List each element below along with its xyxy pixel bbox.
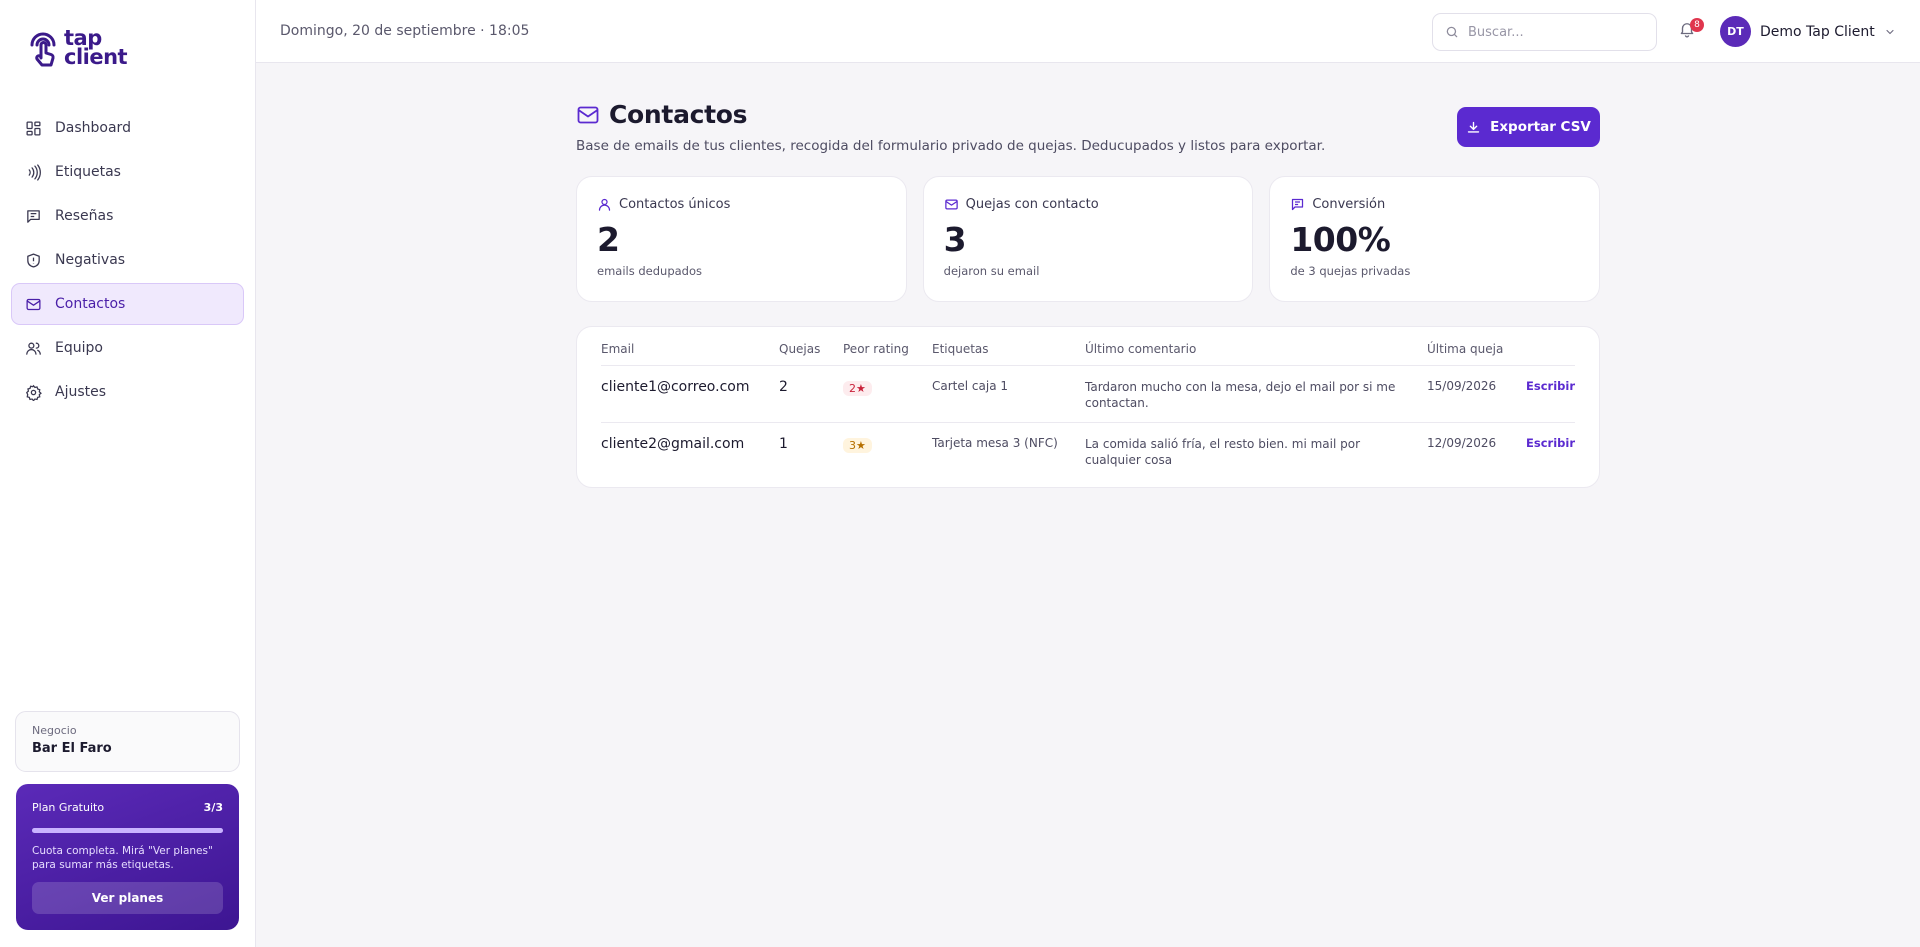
main-content: Contactos Base de emails de tus clientes… (576, 100, 1601, 488)
export-csv-label: Exportar CSV (1490, 119, 1591, 135)
column-header-peor-rating[interactable]: Peor rating (843, 333, 932, 366)
sidebar-item-etiquetas[interactable]: Etiquetas (11, 151, 244, 193)
cell-email: cliente1@correo.com (601, 378, 750, 395)
sidebar-item-label: Dashboard (55, 120, 131, 136)
sidebar-item-label: Equipo (55, 340, 103, 356)
cell-comentario: La comida salió fría, el resto bien. mi … (1085, 436, 1361, 467)
rating-badge: 2★ (843, 380, 872, 396)
search-icon (1446, 26, 1458, 38)
topbar: Domingo, 20 de septiembre · 18:05 8 DT D… (256, 0, 1920, 63)
shield-icon (27, 252, 40, 268)
sidebar-item-label: Contactos (55, 296, 126, 312)
cell-email: cliente2@gmail.com (601, 421, 779, 479)
download-icon (1467, 121, 1480, 133)
sidebar-item-ajustes[interactable]: Ajustes (11, 371, 244, 413)
column-header-ultimo-comentario[interactable]: Último comentario (1085, 333, 1427, 366)
plan-card: Plan Gratuito 3/3 Cuota completa. Mirá "… (16, 784, 239, 930)
cell-fecha: 12/09/2026 (1427, 421, 1518, 479)
cell-etiqueta: Cartel caja 1 (932, 378, 1008, 393)
cell-fecha: 15/09/2026 (1427, 378, 1497, 393)
plan-progress (32, 828, 223, 833)
plan-usage: 3/3 (203, 801, 223, 814)
stat-label: Quejas con contacto (965, 197, 1099, 212)
team-icon (26, 342, 41, 355)
dashboard-icon (26, 120, 41, 136)
stat-sub: emails dedupados (597, 264, 702, 278)
sidebar-item-contactos[interactable]: Contactos (11, 283, 244, 325)
current-date: Domingo, 20 de septiembre · 18:05 (280, 23, 530, 39)
notifications-button[interactable]: 8 (1678, 18, 1704, 44)
user-menu[interactable]: DT Demo Tap Client (1720, 16, 1896, 47)
business-selector[interactable]: Negocio Bar El Faro (15, 711, 240, 772)
stat-value: 100% (1290, 220, 1391, 259)
column-header-etiquetas[interactable]: Etiquetas (932, 333, 1085, 366)
sidebar-item-resenas[interactable]: Reseñas (11, 195, 244, 237)
mail-icon (26, 298, 41, 310)
mail-icon (577, 106, 599, 123)
stat-sub: de 3 quejas privadas (1290, 264, 1411, 278)
mail-icon (944, 199, 958, 210)
write-link[interactable]: Escribir (1518, 421, 1575, 479)
export-csv-button[interactable]: Exportar CSV (1457, 107, 1600, 147)
search-box[interactable] (1432, 13, 1657, 51)
sidebar-item-label: Etiquetas (55, 164, 121, 180)
stat-card-complaints-with-contact: Quejas con contacto 3 dejaron su email (922, 176, 1254, 302)
business-name: Bar El Faro (32, 741, 112, 756)
notification-count-badge: 8 (1690, 18, 1704, 32)
stat-value: 2 (597, 220, 620, 259)
sidebar-item-negativas[interactable]: Negativas (11, 239, 244, 281)
plan-message: Cuota completa. Mirá "Ver planes" para s… (32, 845, 213, 871)
page-subtitle: Base de emails de tus clientes, recogida… (576, 138, 1326, 154)
sidebar: tap client Dashboard Etiquetas Reseñas N… (0, 0, 256, 947)
contacts-table-card: Email Quejas Peor rating Etiquetas Últim… (576, 326, 1600, 488)
logo-line2: client (64, 45, 128, 69)
table-header-row: Email Quejas Peor rating Etiquetas Últim… (601, 333, 1575, 366)
stat-value: 3 (943, 220, 967, 259)
column-header-actions (1518, 333, 1575, 366)
page-title: Contactos (609, 100, 748, 129)
cell-etiqueta: Tarjeta mesa 3 (NFC) (932, 421, 1085, 479)
contacts-table: Email Quejas Peor rating Etiquetas Últim… (601, 333, 1575, 479)
plan-progress-fill (32, 828, 223, 833)
column-header-quejas[interactable]: Quejas (779, 333, 843, 366)
sidebar-item-dashboard[interactable]: Dashboard (11, 107, 244, 149)
stat-card-conversion: Conversión 100% de 3 quejas privadas (1269, 176, 1601, 302)
table-row: cliente1@correo.com 2 2★ Cartel caja 1 T… (601, 365, 1575, 422)
chat-icon (1292, 198, 1304, 211)
rating-badge: 3★ (843, 437, 872, 453)
search-input[interactable] (1468, 24, 1648, 40)
table-row: cliente2@gmail.com 1 3★ Tarjeta mesa 3 (… (601, 421, 1575, 479)
column-header-ultima-queja[interactable]: Última queja (1427, 333, 1518, 366)
stat-label: Contactos únicos (619, 197, 731, 212)
stat-card-unique-contacts: Contactos únicos 2 emails dedupados (576, 176, 907, 302)
avatar: DT (1720, 16, 1751, 47)
cell-quejas: 1 (779, 421, 843, 479)
stat-label: Conversión (1312, 197, 1386, 212)
business-label: Negocio (32, 724, 77, 737)
sidebar-item-equipo[interactable]: Equipo (11, 327, 244, 369)
gear-icon (26, 384, 42, 401)
column-header-email[interactable]: Email (601, 333, 779, 366)
tap-hand-icon (30, 32, 56, 67)
stat-sub: dejaron su email (943, 264, 1040, 278)
logo[interactable]: tap client (26, 28, 128, 69)
sidebar-item-label: Ajustes (55, 384, 107, 400)
cell-quejas: 2 (779, 378, 788, 395)
write-link[interactable]: Escribir (1518, 365, 1575, 422)
nfc-icon (28, 163, 41, 181)
review-icon (27, 209, 40, 223)
user-name: Demo Tap Client (1760, 23, 1875, 40)
stats-cards: Contactos únicos 2 emails dedupados Quej… (576, 176, 1601, 302)
user-icon (598, 198, 611, 211)
plan-name: Plan Gratuito (32, 801, 105, 814)
view-plans-button[interactable]: Ver planes (32, 882, 223, 914)
sidebar-item-label: Negativas (55, 252, 126, 268)
sidebar-item-label: Reseñas (55, 208, 114, 224)
cell-comentario: Tardaron mucho con la mesa, dejo el mail… (1085, 379, 1396, 410)
sidebar-nav: Dashboard Etiquetas Reseñas Negativas Co… (11, 107, 244, 415)
chevron-down-icon (1886, 29, 1894, 34)
